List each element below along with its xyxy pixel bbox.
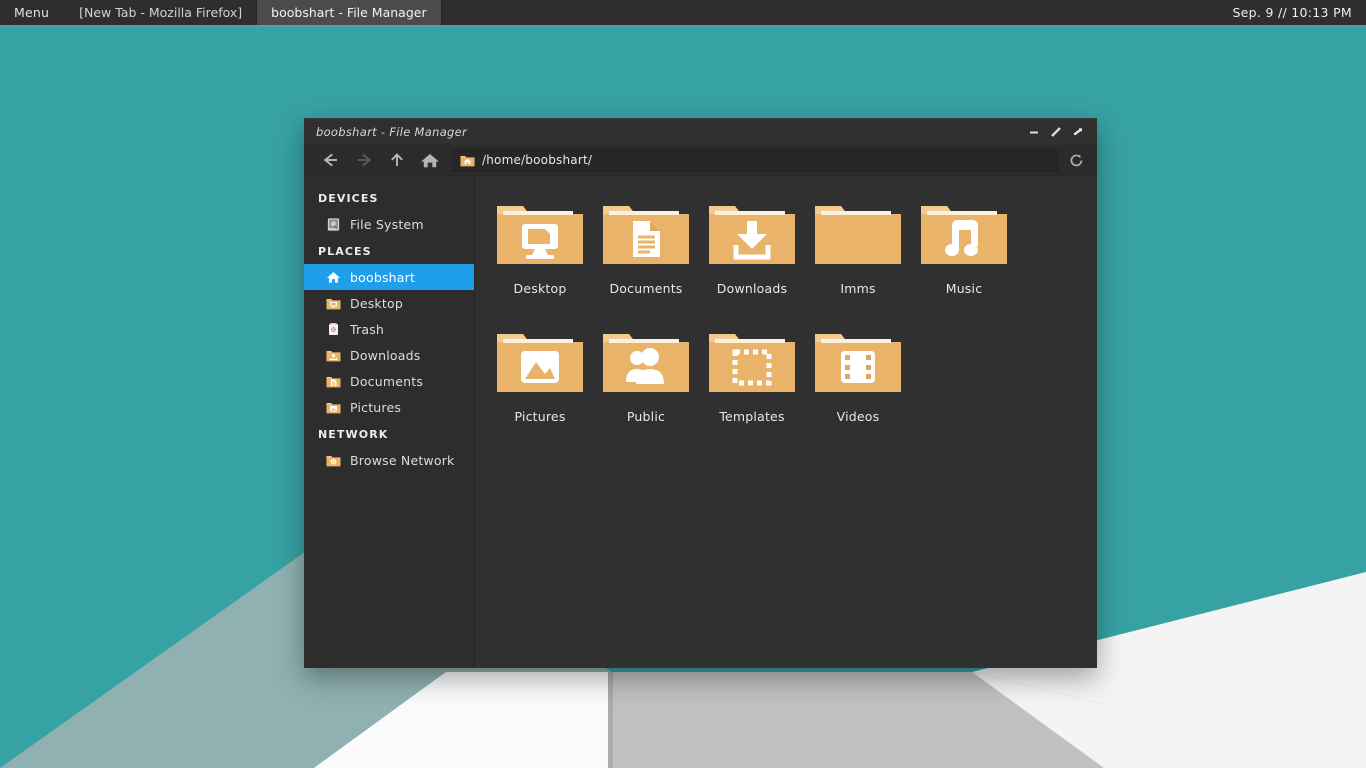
menu-button[interactable]: Menu bbox=[0, 0, 65, 25]
reload-button[interactable] bbox=[1063, 147, 1089, 173]
forward-button[interactable] bbox=[347, 147, 380, 173]
window-toolbar: /home/boobshart/ bbox=[304, 145, 1097, 176]
folder-music-icon bbox=[918, 196, 1010, 272]
file-item-label: Downloads bbox=[717, 281, 787, 296]
back-button[interactable] bbox=[314, 147, 347, 173]
folder-documents-icon bbox=[326, 374, 341, 389]
drive-icon bbox=[326, 217, 341, 232]
sidebar-item-desktop[interactable]: Desktop bbox=[304, 290, 474, 316]
folder-plain-icon bbox=[812, 196, 904, 272]
folder-downloads-icon bbox=[706, 196, 798, 272]
file-item-label: Music bbox=[946, 281, 983, 296]
folder-desktop-icon bbox=[494, 196, 586, 272]
sidebar-group-places: PLACES bbox=[304, 237, 474, 264]
file-item-templates[interactable]: Templates bbox=[699, 318, 805, 446]
minimize-button[interactable] bbox=[1023, 122, 1045, 142]
sidebar-item-label: Desktop bbox=[350, 296, 403, 311]
sidebar-item-label: Documents bbox=[350, 374, 423, 389]
folder-desktop-icon bbox=[326, 296, 341, 311]
folder-network-icon bbox=[326, 453, 341, 468]
sidebar-group-network: NETWORK bbox=[304, 420, 474, 447]
sidebar-item-pictures[interactable]: Pictures bbox=[304, 394, 474, 420]
window-titlebar[interactable]: boobshart - File Manager bbox=[304, 119, 1097, 145]
sidebar-item-label: Trash bbox=[350, 322, 384, 337]
file-item-documents[interactable]: Documents bbox=[593, 190, 699, 318]
sidebar-item-label: Pictures bbox=[350, 400, 401, 415]
sidebar: DEVICES File System PLACES boobshart bbox=[304, 176, 475, 668]
taskbar-item-firefox[interactable]: [New Tab - Mozilla Firefox] bbox=[65, 0, 257, 25]
maximize-button[interactable] bbox=[1045, 122, 1067, 142]
folder-public-icon bbox=[600, 324, 692, 400]
sidebar-item-label: boobshart bbox=[350, 270, 415, 285]
taskbar-item-file-manager[interactable]: boobshart - File Manager bbox=[257, 0, 441, 25]
sidebar-item-label: File System bbox=[350, 217, 424, 232]
sidebar-item-label: Downloads bbox=[350, 348, 420, 363]
file-item-label: Documents bbox=[609, 281, 682, 296]
file-item-music[interactable]: Music bbox=[911, 190, 1017, 318]
sidebar-item-documents[interactable]: Documents bbox=[304, 368, 474, 394]
file-item-label: Pictures bbox=[514, 409, 565, 424]
window-body: DEVICES File System PLACES boobshart bbox=[304, 176, 1097, 668]
sidebar-item-downloads[interactable]: Downloads bbox=[304, 342, 474, 368]
file-item-label: Public bbox=[627, 409, 665, 424]
file-item-label: Videos bbox=[837, 409, 880, 424]
file-item-label: Imms bbox=[840, 281, 875, 296]
trash-icon bbox=[326, 322, 341, 337]
folder-templates-icon bbox=[706, 324, 798, 400]
sidebar-item-browse-network[interactable]: Browse Network bbox=[304, 447, 474, 473]
file-manager-window: boobshart - File Manager bbox=[304, 118, 1097, 668]
file-item-pictures[interactable]: Pictures bbox=[487, 318, 593, 446]
close-button[interactable] bbox=[1067, 122, 1089, 142]
up-button[interactable] bbox=[380, 147, 413, 173]
file-item-videos[interactable]: Videos bbox=[805, 318, 911, 446]
clock: Sep. 9 // 10:13 PM bbox=[1218, 0, 1366, 25]
window-title: boobshart - File Manager bbox=[316, 125, 1023, 139]
sidebar-item-label: Browse Network bbox=[350, 453, 454, 468]
file-item-desktop[interactable]: Desktop bbox=[487, 190, 593, 318]
file-item-label: Templates bbox=[719, 409, 784, 424]
file-item-public[interactable]: Public bbox=[593, 318, 699, 446]
file-item-downloads[interactable]: Downloads bbox=[699, 190, 805, 318]
file-item-imms[interactable]: Imms bbox=[805, 190, 911, 318]
folder-documents-icon bbox=[600, 196, 692, 272]
sidebar-item-trash[interactable]: Trash bbox=[304, 316, 474, 342]
top-panel: Menu [New Tab - Mozilla Firefox] boobsha… bbox=[0, 0, 1366, 25]
path-text: /home/boobshart/ bbox=[482, 153, 592, 167]
sidebar-group-devices: DEVICES bbox=[304, 184, 474, 211]
sidebar-item-boobshart[interactable]: boobshart bbox=[304, 264, 474, 290]
path-input[interactable]: /home/boobshart/ bbox=[452, 149, 1059, 172]
folder-videos-icon bbox=[812, 324, 904, 400]
folder-pictures-icon bbox=[494, 324, 586, 400]
home-icon bbox=[326, 270, 341, 285]
file-grid: Desktop Documents bbox=[475, 176, 1097, 668]
panel-accent-line bbox=[0, 25, 1366, 27]
sidebar-item-file-system[interactable]: File System bbox=[304, 211, 474, 237]
home-button[interactable] bbox=[413, 147, 446, 173]
folder-downloads-icon bbox=[326, 348, 341, 363]
home-folder-icon bbox=[460, 153, 475, 168]
file-item-label: Desktop bbox=[514, 281, 567, 296]
panel-spacer bbox=[442, 0, 1219, 25]
folder-pictures-icon bbox=[326, 400, 341, 415]
